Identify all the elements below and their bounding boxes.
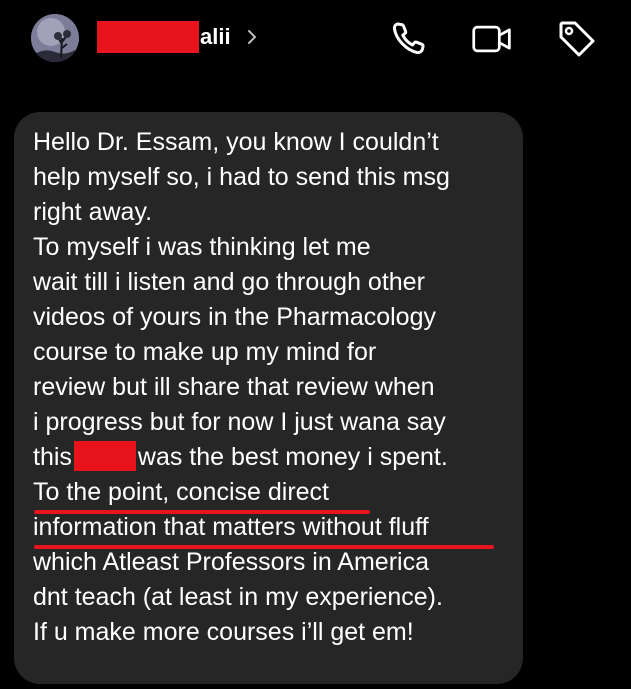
message-text: Hello Dr. Essam, you know I couldn’t hel… bbox=[33, 125, 518, 650]
message-line: i progress but for now I just wana say bbox=[33, 408, 446, 436]
message-line: help myself so, i had to send this msg bbox=[33, 163, 450, 191]
message-line: course to make up my mind for bbox=[33, 338, 377, 366]
message-line: wait till i listen and go through other bbox=[33, 268, 425, 296]
message-line: dnt teach (at least in my experience). bbox=[33, 583, 443, 611]
chat-header: alii bbox=[0, 0, 631, 80]
video-camera-icon[interactable] bbox=[471, 18, 513, 60]
avatar-image bbox=[31, 14, 79, 62]
tag-icon[interactable] bbox=[556, 18, 598, 60]
message-line: videos of yours in the Pharmacology bbox=[33, 303, 436, 331]
message-line: right away. bbox=[33, 198, 153, 226]
message-line-highlighted: To the point, concise direct bbox=[33, 478, 329, 506]
phone-icon[interactable] bbox=[388, 18, 430, 60]
message-line: which Atleast Professors in America bbox=[33, 548, 429, 576]
avatar[interactable] bbox=[31, 14, 79, 62]
inline-redaction bbox=[73, 441, 136, 471]
message-fragment: this bbox=[33, 443, 72, 471]
message-line-redacted: this was the best money i spent. bbox=[33, 440, 518, 475]
message-line: Hello Dr. Essam, you know I couldn’t bbox=[33, 128, 439, 156]
contact-name-text: alii bbox=[200, 24, 231, 49]
highlight-underline bbox=[34, 510, 370, 514]
message-line: If u make more courses i’ll get em! bbox=[33, 618, 414, 646]
message-line: review but ill share that review when bbox=[33, 373, 435, 401]
message-line-highlighted: information that matters without fluff bbox=[33, 513, 429, 541]
chevron-right-icon[interactable] bbox=[245, 27, 259, 47]
highlight-underline bbox=[34, 545, 494, 549]
name-redaction bbox=[97, 21, 199, 53]
message-line: To myself i was thinking let me bbox=[33, 233, 371, 261]
contact-name[interactable]: alii bbox=[97, 20, 259, 54]
message-fragment: was the best money i spent. bbox=[137, 443, 448, 471]
